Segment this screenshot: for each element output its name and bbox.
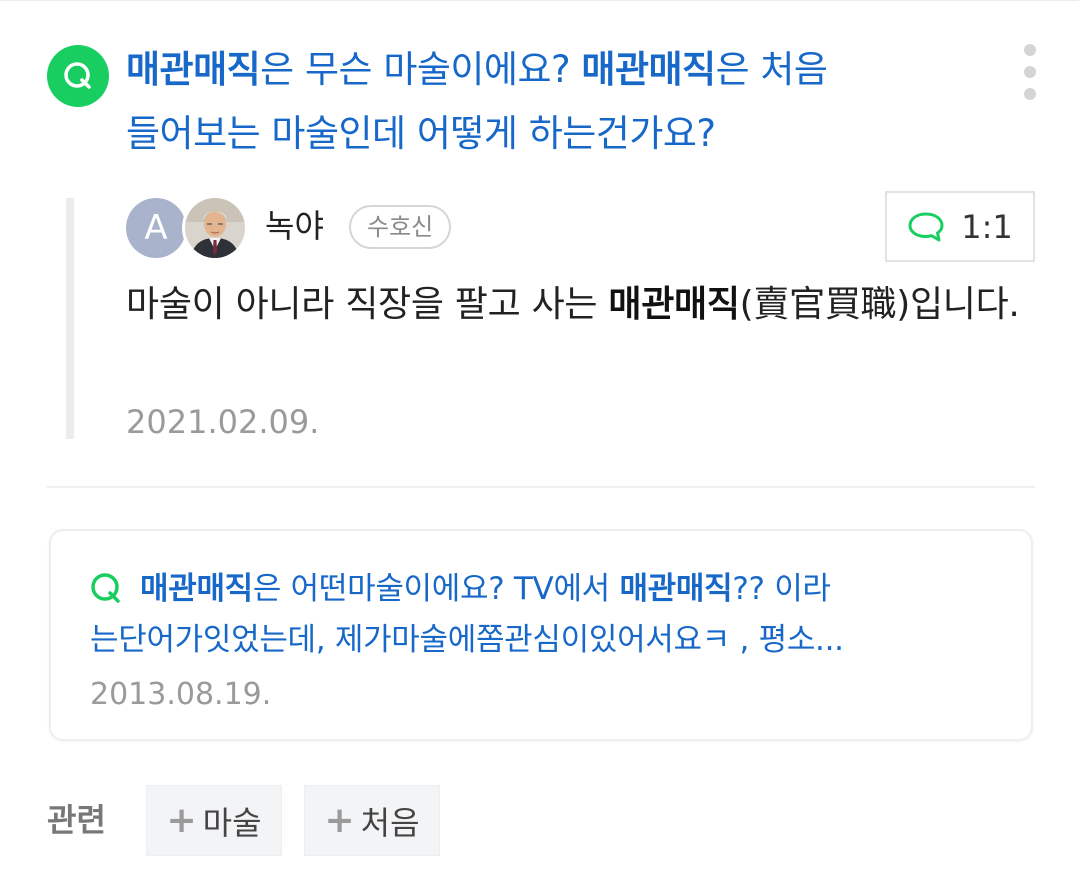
related-text-part2: ?? 이라 [732,571,831,607]
tag-magic[interactable]: + 마술 [146,785,282,856]
qa-page: 매관매직은 무슨 마술이에요? 매관매직은 처음 들어보는 마술인데 어떻게 하… [0,0,1079,894]
related-date: 2013.08.19. [90,677,272,712]
chat-button-label: 1:1 [961,207,1013,246]
section-divider [47,486,1035,488]
plus-icon: + [166,800,197,841]
related-keyword: 매관매직 [140,571,253,607]
author-avatar[interactable] [182,195,248,261]
related-text-line2: 는단어가잇었는데, 제가마술에쫌관심이있어서요ㅋ , 평소... [90,622,844,658]
question-keyword-2: 매관매직 [581,48,716,91]
related-keyword-2: 매관매직 [619,571,733,607]
question-title[interactable]: 매관매직은 무슨 마술이에요? 매관매직은 처음 들어보는 마술인데 어떻게 하… [126,38,986,166]
plus-icon: + [324,800,355,841]
answer-quote-bar [66,198,74,439]
tag-first-time[interactable]: + 처음 [304,785,440,856]
author-name[interactable]: 녹야 [265,204,324,248]
related-text-part1: 은 어떤마술이에요? TV에서 [252,571,620,607]
chat-button[interactable]: 1:1 [885,191,1035,262]
answer-text-part2: (賣官買職)입니다. [739,284,1020,325]
question-text-part2: 은 처음 [715,48,828,91]
top-divider [0,0,1079,1]
speech-bubble-icon [908,212,944,241]
rank-badge: 수호신 [349,205,452,249]
question-text-part1: 은 무슨 마술이에요? [260,48,582,91]
answer-date: 2021.02.09. [126,403,320,441]
tag-label: 마술 [202,803,262,842]
answer-text-part1: 마술이 아니라 직장을 팔고 사는 [126,284,609,325]
more-vertical-icon[interactable] [1015,44,1045,100]
more-dot [1024,88,1036,100]
answer-keyword: 매관매직 [608,284,740,325]
answer-text: 마술이 아니라 직장을 팔고 사는 매관매직(賣官買職)입니다. [126,276,1046,334]
question-keyword: 매관매직 [126,48,261,91]
q-circle-icon [47,45,109,107]
related-question-text[interactable]: 매관매직은 어떤마술이에요? TV에서 매관매직?? 이라 는단어가잇었는데, … [90,564,990,666]
more-dot [1024,44,1036,56]
more-dot [1024,66,1036,78]
tag-label: 처음 [360,803,420,842]
answer-avatar-badge: A [126,198,186,258]
tags-label: 관련 [47,801,106,839]
question-text-line2: 들어보는 마술인데 어떻게 하는건가요? [126,112,716,155]
